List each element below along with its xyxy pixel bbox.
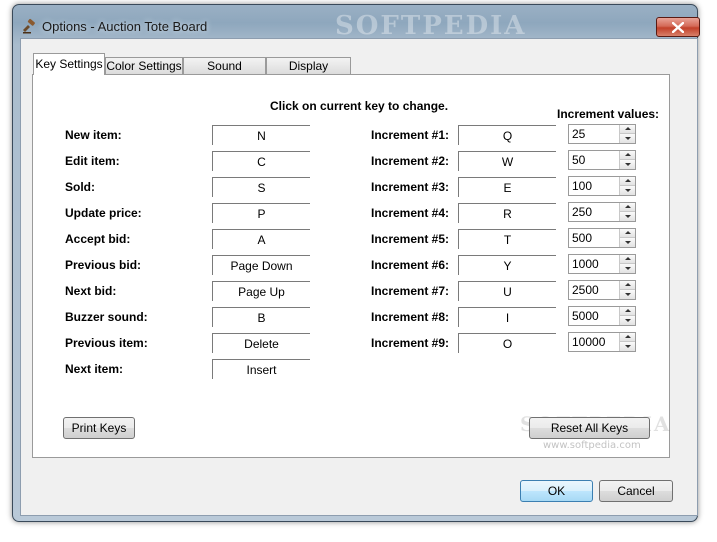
label-increment-2: Increment #2: <box>371 154 450 168</box>
key-increment-1[interactable]: Q <box>458 125 556 145</box>
increment-6-stepper[interactable]: 1000 <box>568 254 636 274</box>
key-increment-9[interactable]: O <box>458 333 556 353</box>
increment-4-value[interactable]: 250 <box>572 205 592 219</box>
spin-down-icon[interactable] <box>620 212 635 221</box>
print-keys-button[interactable]: Print Keys <box>63 417 135 439</box>
label-edit-item: Edit item: <box>65 154 120 168</box>
key-previous-item[interactable]: Delete <box>212 333 310 353</box>
label-increment-9: Increment #9: <box>371 336 450 350</box>
watermark-url: www.softpedia.com <box>543 440 641 451</box>
tab-sound-settings[interactable]: Sound Settings <box>183 57 266 90</box>
close-button[interactable] <box>656 17 700 37</box>
key-update-price[interactable]: P <box>212 203 310 223</box>
spin-up-icon[interactable] <box>620 281 635 290</box>
label-sold: Sold: <box>65 180 95 194</box>
label-increment-1: Increment #1: <box>371 128 450 142</box>
tab-display-settings[interactable]: Display Settings <box>266 57 351 90</box>
key-next-item[interactable]: Insert <box>212 359 310 379</box>
spin-down-icon[interactable] <box>620 316 635 325</box>
increment-9-value[interactable]: 10000 <box>572 335 605 349</box>
increment-values-header: Increment values: <box>557 107 660 121</box>
increment-9-stepper[interactable]: 10000 <box>568 332 636 352</box>
key-sold[interactable]: S <box>212 177 310 197</box>
increment-1-stepper[interactable]: 25 <box>568 124 636 144</box>
ok-button[interactable]: OK <box>520 480 593 502</box>
spin-down-icon[interactable] <box>620 160 635 169</box>
spin-down-icon[interactable] <box>620 186 635 195</box>
increment-5-stepper[interactable]: 500 <box>568 228 636 248</box>
label-next-item: Next item: <box>65 362 124 376</box>
label-increment-6: Increment #6: <box>371 258 450 272</box>
increment-8-value[interactable]: 5000 <box>572 309 599 323</box>
increment-7-value[interactable]: 2500 <box>572 283 599 297</box>
label-previous-bid: Previous bid: <box>65 258 142 272</box>
increment-8-stepper[interactable]: 5000 <box>568 306 636 326</box>
increment-2-stepper[interactable]: 50 <box>568 150 636 170</box>
spin-down-icon[interactable] <box>620 290 635 299</box>
spin-up-icon[interactable] <box>620 125 635 134</box>
spin-up-icon[interactable] <box>620 229 635 238</box>
increment-7-stepper[interactable]: 2500 <box>568 280 636 300</box>
spin-up-icon[interactable] <box>620 255 635 264</box>
label-update-price: Update price: <box>65 206 142 220</box>
key-increment-8[interactable]: I <box>458 307 556 327</box>
key-new-item[interactable]: N <box>212 125 310 145</box>
label-increment-3: Increment #3: <box>371 180 450 194</box>
label-increment-5: Increment #5: <box>371 232 450 246</box>
key-increment-7[interactable]: U <box>458 281 556 301</box>
key-buzzer-sound[interactable]: B <box>212 307 310 327</box>
key-increment-6[interactable]: Y <box>458 255 556 275</box>
key-edit-item[interactable]: C <box>212 151 310 171</box>
label-next-bid: Next bid: <box>65 284 117 298</box>
key-next-bid[interactable]: Page Up <box>212 281 310 301</box>
spin-up-icon[interactable] <box>620 307 635 316</box>
tab-key-settings[interactable]: Key Settings <box>33 53 105 75</box>
spin-up-icon[interactable] <box>620 177 635 186</box>
increment-4-stepper[interactable]: 250 <box>568 202 636 222</box>
key-previous-bid[interactable]: Page Down <box>212 255 310 275</box>
key-increment-4[interactable]: R <box>458 203 556 223</box>
tab-color-settings[interactable]: Color Settings <box>105 57 183 74</box>
spin-up-icon[interactable] <box>620 151 635 160</box>
increment-6-value[interactable]: 1000 <box>572 257 599 271</box>
increment-5-value[interactable]: 500 <box>572 231 592 245</box>
key-increment-2[interactable]: W <box>458 151 556 171</box>
label-increment-7: Increment #7: <box>371 284 450 298</box>
label-buzzer-sound: Buzzer sound: <box>65 310 148 324</box>
spin-down-icon[interactable] <box>620 238 635 247</box>
close-icon <box>672 21 684 33</box>
watermark-top: SOFTPEDIA <box>335 11 527 41</box>
label-previous-item: Previous item: <box>65 336 148 350</box>
label-new-item: New item: <box>65 128 122 142</box>
increment-3-value[interactable]: 100 <box>572 179 592 193</box>
key-increment-5[interactable]: T <box>458 229 556 249</box>
spin-down-icon[interactable] <box>620 342 635 351</box>
increment-1-value[interactable]: 25 <box>572 127 585 141</box>
label-increment-4: Increment #4: <box>371 206 450 220</box>
app-icon <box>23 18 35 34</box>
spin-down-icon[interactable] <box>620 134 635 143</box>
increment-2-value[interactable]: 50 <box>572 153 585 167</box>
window-title: Options - Auction Tote Board <box>42 19 208 34</box>
label-accept-bid: Accept bid: <box>65 232 131 246</box>
spin-up-icon[interactable] <box>620 333 635 342</box>
label-increment-8: Increment #8: <box>371 310 450 324</box>
spin-up-icon[interactable] <box>620 203 635 212</box>
reset-all-keys-button[interactable]: Reset All Keys <box>529 417 650 439</box>
cancel-button[interactable]: Cancel <box>599 480 673 502</box>
key-increment-3[interactable]: E <box>458 177 556 197</box>
key-accept-bid[interactable]: A <box>212 229 310 249</box>
spin-down-icon[interactable] <box>620 264 635 273</box>
instruction-text: Click on current key to change. <box>270 99 449 113</box>
increment-3-stepper[interactable]: 100 <box>568 176 636 196</box>
